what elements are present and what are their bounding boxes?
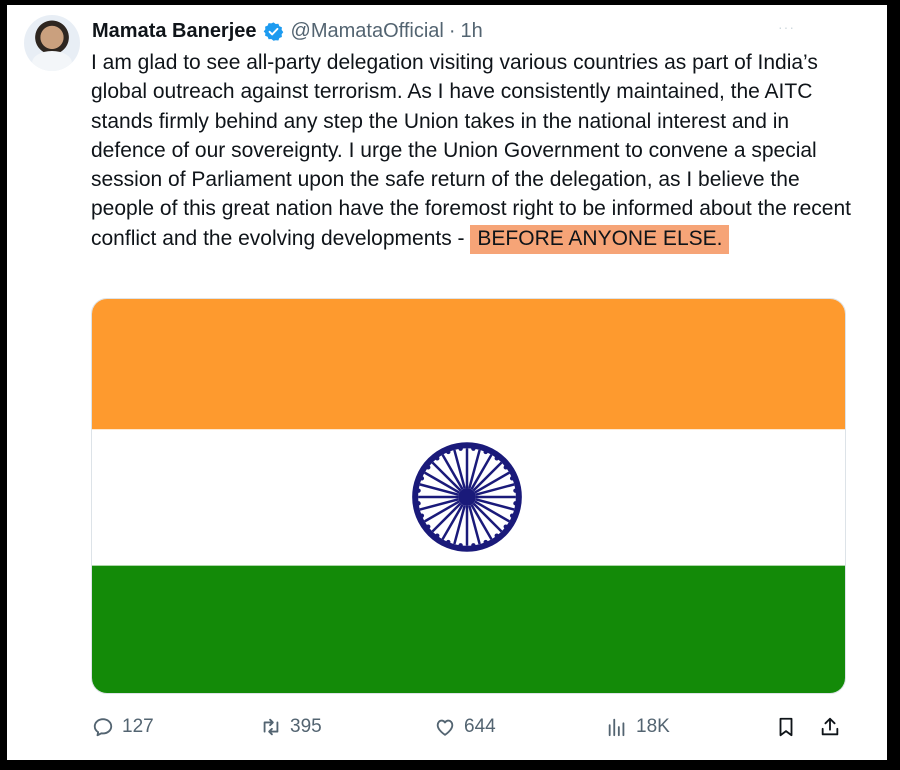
reply-icon (93, 718, 113, 737)
like-count: 644 (464, 716, 496, 737)
post-text-highlight: BEFORE ANYONE ELSE. (470, 224, 730, 254)
author-name[interactable]: Mamata Banerjee (92, 20, 257, 43)
chakra-rim-dot (503, 524, 508, 529)
bookmark-button[interactable] (775, 716, 797, 738)
post-card[interactable]: Mamata Banerjee @MamataOfficial · 1h ···… (7, 5, 887, 760)
chakra-rim-dot (458, 543, 463, 548)
repost-icon (263, 718, 279, 736)
separator-dot: · (448, 19, 456, 42)
chakra-rim-dot (435, 533, 440, 538)
chakra-rim-dot (494, 533, 499, 538)
chakra-rim-dot (503, 465, 508, 470)
verified-badge-icon (263, 21, 283, 41)
repost-count: 395 (290, 716, 322, 737)
chakra-rim-dot (419, 476, 425, 481)
post-header: Mamata Banerjee @MamataOfficial · 1h (92, 17, 483, 45)
chakra-rim-dot (416, 501, 421, 506)
chakra-rim-dot (426, 524, 431, 529)
chakra-rim-dot (513, 501, 518, 506)
chakra-rim-dot (509, 513, 515, 518)
chakra-rim-dot (494, 456, 499, 461)
reply-button[interactable]: 127 (92, 716, 154, 738)
chakra-rim-dot (509, 476, 515, 481)
flag-saffron-band (92, 299, 845, 430)
chakra-rim-dot (419, 513, 425, 518)
author-avatar[interactable] (24, 15, 80, 71)
post-image[interactable] (91, 298, 846, 694)
chakra-rim-dot (416, 488, 421, 493)
chakra-rim-dot (426, 465, 431, 470)
chakra-rim-dot (513, 488, 518, 493)
indian-flag-image (92, 299, 845, 693)
chakra-rim-dot (435, 456, 440, 461)
chakra-rim-dot (483, 449, 488, 455)
bookmark-icon (779, 717, 793, 737)
like-icon (436, 719, 454, 736)
chakra-rim-dot (471, 446, 476, 451)
chakra-rim-dot (458, 446, 463, 451)
ashoka-chakra-icon (412, 442, 522, 552)
post-text: I am glad to see all-party delegation vi… (91, 48, 851, 254)
views-icon (608, 718, 625, 737)
post-text-main: I am glad to see all-party delegation vi… (91, 51, 851, 250)
chakra-rim-dot (446, 449, 451, 455)
like-button[interactable]: 644 (434, 716, 496, 738)
views-count: 18K (636, 716, 670, 737)
flag-green-band (92, 565, 845, 693)
action-bar: 127 395 644 18K (7, 711, 887, 747)
share-button[interactable] (819, 716, 841, 738)
chakra-rim-dot (483, 539, 488, 545)
share-icon (821, 717, 839, 736)
reply-count: 127 (122, 716, 154, 737)
repost-button[interactable]: 395 (260, 716, 322, 738)
more-icon[interactable]: ··· (778, 19, 795, 35)
post-timestamp[interactable]: 1h (461, 20, 483, 43)
views-button[interactable]: 18K (606, 716, 670, 738)
author-handle[interactable]: @MamataOfficial (291, 20, 444, 43)
chakra-rim-dot (471, 543, 476, 548)
chakra-rim-dot (446, 539, 451, 545)
